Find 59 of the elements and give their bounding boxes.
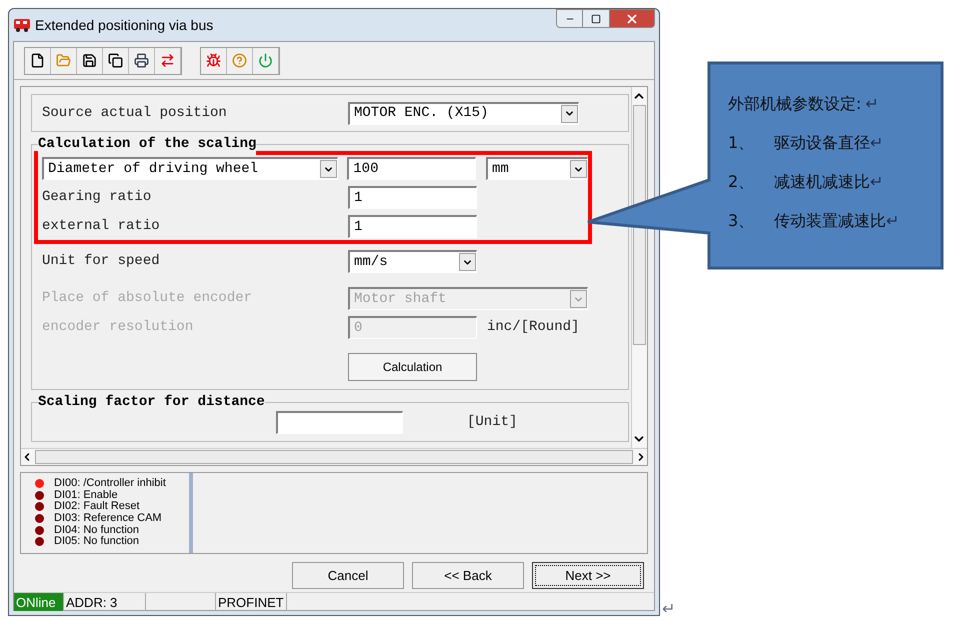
input-label: DI01: Enable	[54, 490, 118, 501]
callout-item: 传动装置减速比	[774, 210, 886, 231]
input-label: DI03: Reference CAM	[54, 513, 162, 524]
list-number: 3、	[728, 210, 756, 231]
return-mark: ↵	[886, 210, 900, 231]
status-cell: ONline	[14, 593, 64, 611]
dialog-button[interactable]: Next >>	[532, 562, 644, 589]
field-label: Place of absolute encoder	[42, 289, 254, 308]
maximize-icon	[591, 14, 601, 24]
field-label: Source actual position	[42, 104, 228, 122]
folder-icon	[56, 53, 71, 68]
callout-item: 减速机减速比	[774, 171, 870, 192]
save-icon	[82, 53, 97, 68]
window-title: Extended positioning via bus	[35, 16, 214, 35]
help-icon	[232, 53, 247, 68]
bug-icon	[206, 53, 221, 68]
return-mark: ↵	[870, 132, 884, 153]
printer-icon	[134, 53, 149, 68]
close-icon	[625, 12, 639, 26]
status-cell: PROFINET	[216, 593, 287, 611]
source-select[interactable]: MOTOR ENC. (X15)	[348, 102, 579, 124]
input-field[interactable]: 100	[347, 157, 476, 180]
input-label: DI00: /Controller inhibit	[54, 478, 166, 490]
unit-label: inc/[Round]	[487, 318, 580, 337]
field-label: encoder resolution	[42, 318, 194, 337]
input-label: DI04: No function	[54, 524, 139, 536]
return-mark: ↵	[865, 93, 879, 114]
unit-select[interactable]: mm	[486, 157, 588, 180]
new-file-icon	[30, 53, 45, 68]
copy-icon	[108, 53, 123, 68]
return-mark: ↵	[662, 600, 675, 620]
unit-label: [Unit]	[467, 413, 518, 431]
field-label: Unit for speed	[42, 252, 161, 271]
status-cell: ADDR: 3	[64, 593, 146, 611]
input-label: DI02: Fault Reset	[54, 501, 140, 512]
input-field[interactable]: 1	[348, 215, 477, 238]
parameter-select[interactable]: Diameter of driving wheel	[42, 157, 338, 180]
list-number: 2、	[728, 171, 756, 192]
callout-item: 驱动设备直径	[774, 132, 870, 153]
input-field[interactable]: 1	[348, 186, 477, 209]
dialog-button[interactable]: Cancel	[292, 562, 404, 589]
list-number: 1、	[728, 132, 756, 153]
close-button[interactable]	[609, 9, 655, 28]
callout-title: 外部机械参数设定:	[728, 93, 862, 114]
horizontal-scrollbar[interactable]	[21, 448, 647, 465]
dialog-button[interactable]: << Back	[412, 562, 524, 589]
field-label: Gearing ratio	[42, 188, 152, 207]
maximize-button[interactable]	[583, 9, 609, 28]
input-field[interactable]	[276, 411, 403, 434]
power-icon	[258, 53, 273, 68]
bus-icon	[13, 18, 31, 32]
input-label: DI05: No function	[54, 536, 139, 548]
transfer-icon	[160, 53, 175, 68]
vertical-scrollbar[interactable]	[631, 87, 647, 448]
return-mark: ↵	[870, 171, 884, 192]
field-label: external ratio	[42, 217, 161, 236]
group-title: Calculation of the scaling	[38, 134, 256, 155]
speed-unit-select[interactable]: mm/s	[348, 250, 477, 273]
calculation-button[interactable]: Calculation	[348, 353, 477, 381]
